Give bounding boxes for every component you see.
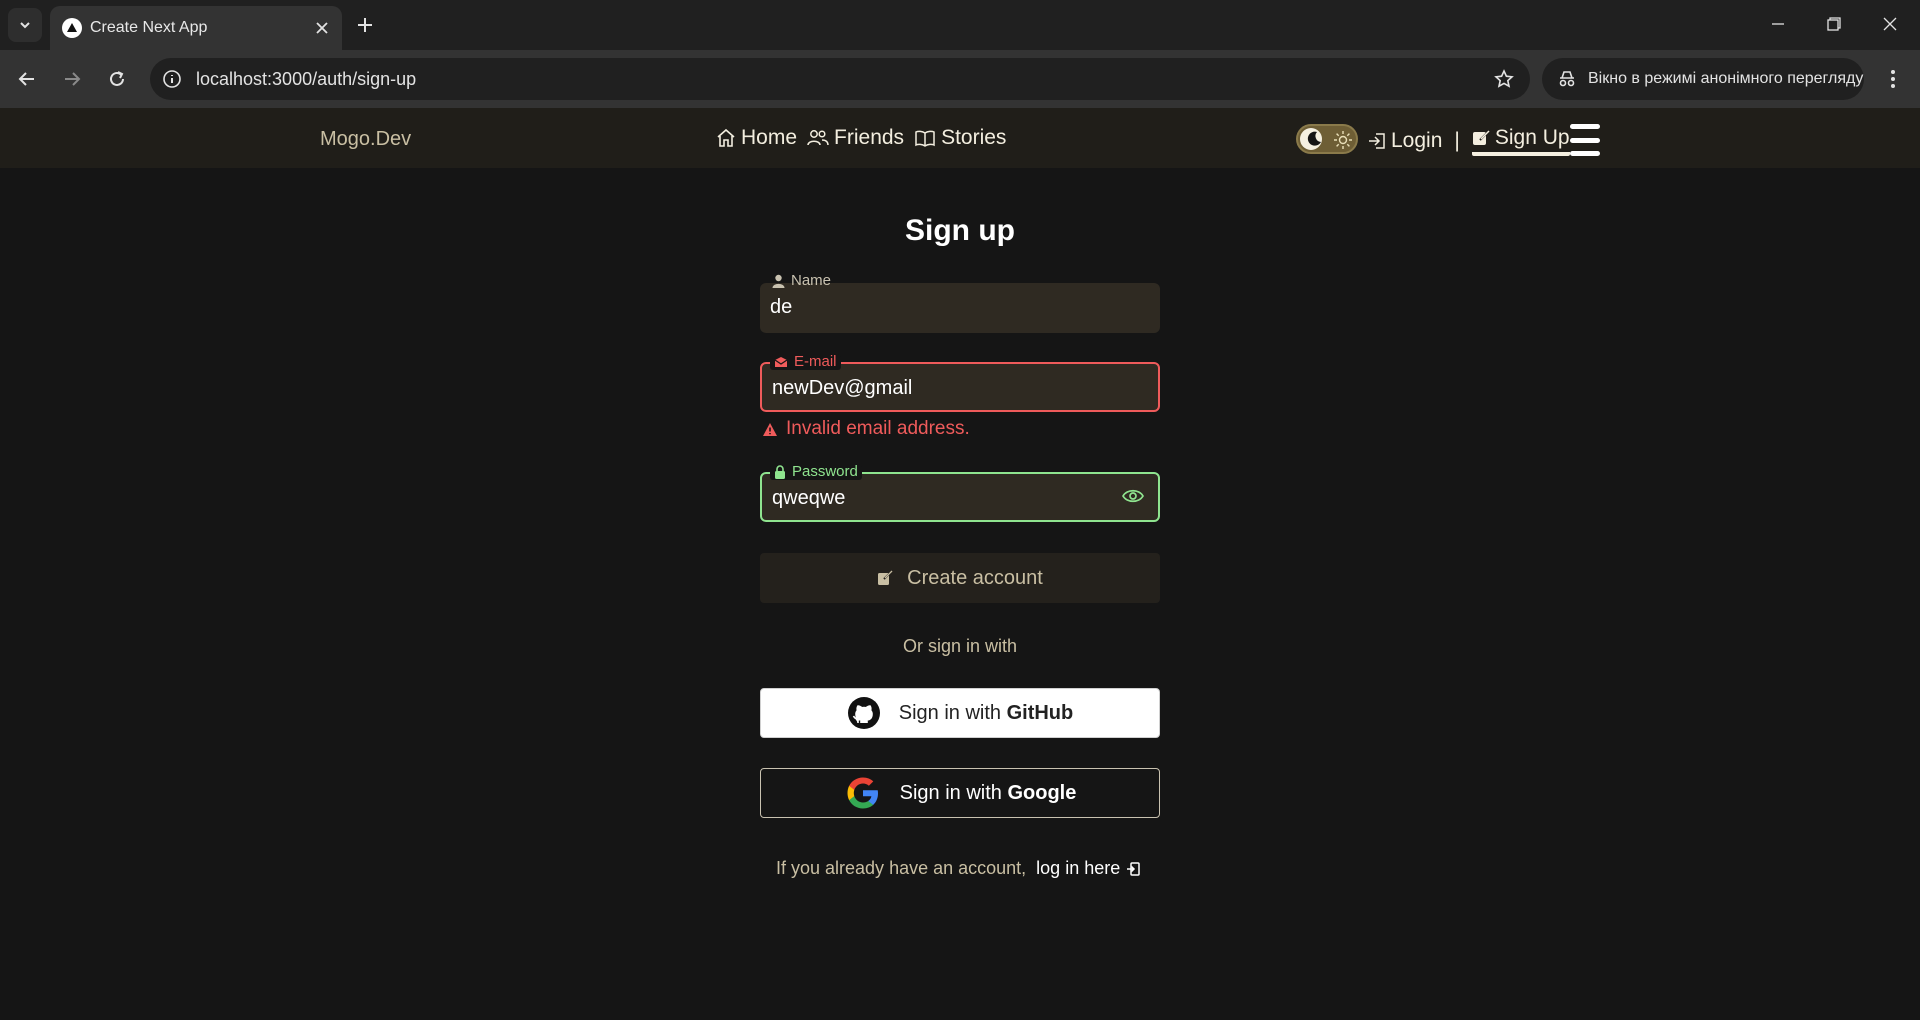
site-header: Mogo.Dev Home Friends Stories Login | Si… bbox=[0, 108, 1920, 168]
nav-login[interactable]: Login bbox=[1368, 129, 1442, 153]
github-signin-button[interactable]: Sign in with GitHub bbox=[760, 688, 1160, 738]
password-input[interactable]: qweqwe bbox=[772, 487, 845, 510]
github-icon bbox=[847, 697, 880, 729]
incognito-label: Вікно в режимі анонімного перегляду bbox=[1588, 70, 1864, 87]
user-icon bbox=[772, 274, 785, 288]
or-sign-in-text: Or sign in with bbox=[902, 636, 1018, 656]
name-label-text: Name bbox=[791, 272, 832, 289]
lock-icon bbox=[775, 465, 785, 479]
url-text[interactable]: localhost:3000/auth/sign-up bbox=[196, 69, 416, 90]
nav-friends[interactable]: Friends bbox=[807, 126, 904, 150]
warning-icon bbox=[763, 422, 777, 436]
create-account-button[interactable]: Create account bbox=[760, 553, 1160, 603]
page-title: Sign up bbox=[905, 214, 1015, 247]
password-label-text: Password bbox=[792, 463, 858, 480]
moon-icon bbox=[1307, 131, 1321, 146]
auth-nav: Login | Sign Up bbox=[1368, 126, 1570, 156]
main-nav: Home Friends Stories bbox=[716, 126, 1006, 150]
plus-icon bbox=[358, 18, 372, 32]
minimize-button[interactable] bbox=[1750, 0, 1806, 48]
chevron-down-icon bbox=[20, 22, 30, 29]
nav-friends-label: Friends bbox=[834, 126, 905, 149]
close-window-button[interactable] bbox=[1862, 0, 1918, 48]
github-prefix: Sign in with bbox=[898, 701, 1002, 724]
arrow-right-icon bbox=[65, 72, 81, 86]
email-error: Invalid email address. bbox=[762, 418, 970, 440]
forward-button[interactable] bbox=[55, 62, 89, 96]
bookmark-star-icon[interactable] bbox=[1492, 67, 1516, 91]
address-bar[interactable]: localhost:3000/auth/sign-up bbox=[150, 58, 1530, 100]
email-label: E-mail bbox=[770, 354, 841, 370]
login-prompt: If you already have an account, log in h… bbox=[776, 858, 1140, 879]
nav-login-label: Login bbox=[1391, 129, 1443, 152]
mail-icon bbox=[774, 357, 788, 367]
email-input[interactable]: newDev@gmail bbox=[772, 377, 912, 400]
login-here-label: log in here bbox=[1036, 858, 1121, 878]
browser-menu-icon[interactable] bbox=[1878, 62, 1908, 96]
site-info-icon[interactable] bbox=[160, 67, 184, 91]
edit-icon bbox=[878, 570, 893, 585]
create-account-label: Create account bbox=[907, 566, 1043, 589]
restore-button[interactable] bbox=[1806, 0, 1862, 48]
nav-stories[interactable]: Stories bbox=[914, 126, 1006, 150]
browser-tab-bar: Create Next App bbox=[0, 0, 1920, 50]
nav-signup[interactable]: Sign Up bbox=[1471, 126, 1570, 156]
password-field[interactable]: Password qweqwe bbox=[760, 464, 1160, 522]
incognito-indicator[interactable]: Вікно в режимі анонімного перегляду bbox=[1542, 58, 1864, 100]
nextjs-favicon-icon bbox=[62, 18, 82, 38]
hamburger-menu-icon[interactable] bbox=[1570, 124, 1600, 156]
reload-button[interactable] bbox=[100, 62, 134, 96]
name-input[interactable]: de bbox=[770, 296, 792, 319]
new-tab-button[interactable] bbox=[350, 10, 380, 40]
theme-toggle[interactable] bbox=[1296, 124, 1358, 154]
google-prefix: Sign in with bbox=[899, 781, 1002, 804]
arrow-left-icon bbox=[18, 72, 34, 86]
nav-stories-label: Stories bbox=[941, 126, 1007, 149]
email-error-text: Invalid email address. bbox=[786, 418, 970, 439]
browser-toolbar: localhost:3000/auth/sign-up Вікно в режи… bbox=[0, 50, 1920, 108]
name-label: Name bbox=[768, 273, 835, 289]
nav-home[interactable]: Home bbox=[716, 126, 797, 150]
friends-icon bbox=[807, 130, 829, 146]
login-prompt-text: If you already have an account, bbox=[776, 858, 1027, 878]
edit-icon bbox=[1472, 130, 1490, 145]
incognito-icon bbox=[1556, 68, 1578, 90]
tab-search-button[interactable] bbox=[8, 8, 42, 42]
eye-icon[interactable] bbox=[1122, 488, 1144, 504]
book-icon bbox=[915, 130, 935, 147]
login-here-link[interactable]: log in here bbox=[1036, 858, 1140, 879]
github-provider: GitHub bbox=[1006, 701, 1074, 724]
name-field[interactable]: Name de bbox=[760, 273, 1160, 333]
tab-close-icon[interactable] bbox=[310, 16, 334, 40]
google-icon bbox=[847, 777, 878, 809]
home-icon bbox=[717, 128, 735, 147]
tab-title: Create Next App bbox=[90, 19, 208, 36]
nav-signup-label: Sign Up bbox=[1494, 126, 1570, 149]
email-label-text: E-mail bbox=[794, 353, 837, 370]
browser-tab[interactable]: Create Next App bbox=[50, 6, 342, 50]
login-icon bbox=[1369, 133, 1385, 149]
password-label: Password bbox=[770, 464, 862, 480]
google-signin-button[interactable]: Sign in with Google bbox=[760, 768, 1160, 818]
back-button[interactable] bbox=[10, 62, 44, 96]
nav-separator: | bbox=[1454, 129, 1460, 152]
reload-icon bbox=[110, 71, 124, 86]
email-field[interactable]: E-mail newDev@gmail bbox=[760, 354, 1160, 412]
nav-home-label: Home bbox=[741, 126, 798, 149]
login-icon bbox=[1127, 861, 1140, 876]
brand-logo[interactable]: Mogo.Dev bbox=[320, 128, 411, 151]
sun-icon bbox=[1334, 131, 1352, 149]
google-provider: Google bbox=[1007, 781, 1077, 804]
